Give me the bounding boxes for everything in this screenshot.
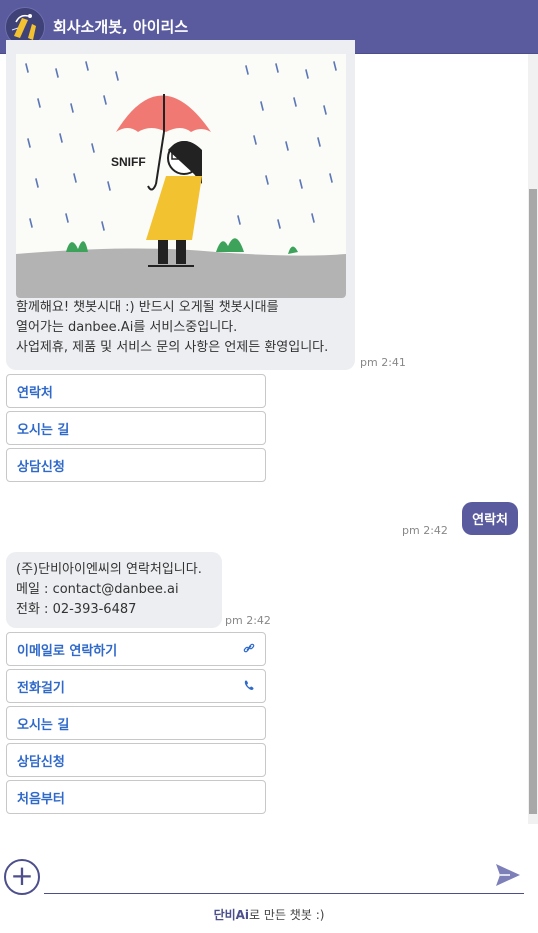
chat-scrollbar[interactable] <box>528 54 538 824</box>
quick-reply-directions[interactable]: 오시는 길 <box>6 411 266 445</box>
quick-reply-label: 상담신청 <box>17 754 65 770</box>
intro-line: 사업제휴, 제품 및 서비스 문의 사항은 언제든 환영입니다. <box>16 340 329 355</box>
header-title: 회사소개봇, 아이리스 <box>53 18 189 36</box>
intro-time: pm 2:41 <box>360 356 406 369</box>
plus-icon[interactable]: + <box>4 859 40 895</box>
quick-reply-call[interactable]: 전화걸기 <box>6 669 266 703</box>
quick-reply-label: 연락처 <box>17 385 53 401</box>
contact-line: 메일 : contact@danbee.ai <box>16 582 179 597</box>
rain-umbrella-illustration: SNIFF <box>16 61 346 298</box>
quick-reply-restart[interactable]: 처음부터 <box>6 780 266 814</box>
intro-line: 열어가는 danbee.Ai를 서비스중입니다. <box>16 320 238 335</box>
quick-reply-contact[interactable]: 연락처 <box>6 374 266 408</box>
quick-reply-label: 전화걸기 <box>17 680 65 696</box>
quick-reply-label: 상담신청 <box>17 459 65 475</box>
contact-line: (주)단비아이엔씨의 연락처입니다. <box>16 562 202 577</box>
footer-brand: 단비Ai <box>213 908 250 922</box>
user-message-bubble: 연락처 <box>462 502 518 535</box>
message-input[interactable] <box>44 893 524 894</box>
send-icon[interactable] <box>494 862 522 888</box>
quick-reply-directions-2[interactable]: 오시는 길 <box>6 706 266 740</box>
quick-reply-consultation[interactable]: 상담신청 <box>6 448 266 482</box>
quick-reply-consultation-2[interactable]: 상담신청 <box>6 743 266 777</box>
contact-line: 전화 : 02-393-6487 <box>16 602 137 617</box>
quick-reply-email[interactable]: 이메일로 연락하기 <box>6 632 266 666</box>
footer-credit: 단비Ai로 만든 챗봇 :) <box>0 906 538 923</box>
input-bar: + <box>0 850 538 900</box>
intro-line: 함께해요! 챗봇시대 :) 반드시 오게될 챗봇시대를 <box>16 300 279 315</box>
intro-illustration: SNIFF <box>16 54 346 298</box>
contact-time: pm 2:42 <box>225 614 271 627</box>
footer-suffix: 로 만든 챗봇 :) <box>249 908 325 922</box>
quick-reply-label: 오시는 길 <box>17 717 70 733</box>
phone-icon <box>243 679 255 694</box>
quick-reply-label: 이메일로 연락하기 <box>17 643 118 659</box>
sniff-text: SNIFF <box>111 155 146 169</box>
quick-reply-label: 오시는 길 <box>17 422 70 438</box>
contact-message-bubble: (주)단비아이엔씨의 연락처입니다. 메일 : contact@danbee.a… <box>6 552 222 628</box>
quick-reply-label: 처음부터 <box>17 791 65 807</box>
scrollbar-thumb[interactable] <box>529 189 537 814</box>
link-icon <box>243 642 255 657</box>
user-time: pm 2:42 <box>402 524 448 537</box>
